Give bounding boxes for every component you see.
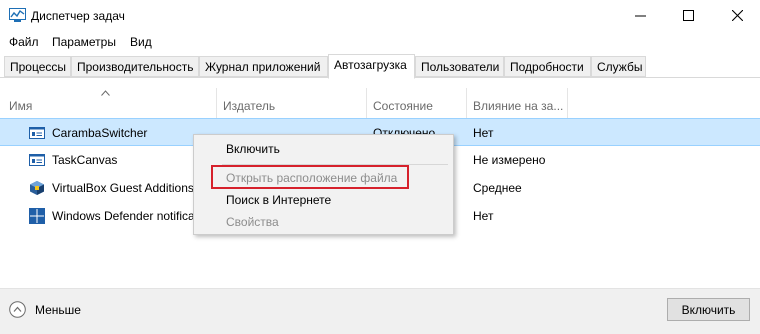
column-divider[interactable] <box>567 88 568 118</box>
column-publisher[interactable]: Издатель <box>223 99 275 113</box>
context-menu: Включить Открыть расположение файла Поис… <box>193 134 454 235</box>
title-bar: Диспетчер задач <box>0 0 760 32</box>
row-name: VirtualBox Guest Additions <box>52 181 193 195</box>
context-menu-properties: Свойства <box>226 215 279 229</box>
column-divider[interactable] <box>216 88 217 118</box>
menu-options[interactable]: Параметры <box>52 35 116 49</box>
row-name: TaskCanvas <box>52 153 118 167</box>
maximize-button[interactable] <box>665 0 711 31</box>
app-window-icon <box>29 154 45 166</box>
minimize-button[interactable] <box>617 0 663 31</box>
menu-view[interactable]: Вид <box>130 35 152 49</box>
tab-processes[interactable]: Процессы <box>4 56 71 77</box>
row-impact: Среднее <box>473 181 522 195</box>
sort-ascending-icon <box>101 90 110 96</box>
annotation-highlight-box <box>211 165 409 189</box>
column-divider[interactable] <box>466 88 467 118</box>
tab-app-history[interactable]: Журнал приложений <box>199 56 328 77</box>
maximize-icon <box>682 10 694 21</box>
row-name: CarambaSwitcher <box>52 126 148 140</box>
context-menu-enable[interactable]: Включить <box>226 142 280 156</box>
close-button[interactable] <box>714 0 760 31</box>
column-header-row: Имя Издатель Состояние Влияние на за... <box>0 86 760 118</box>
column-name[interactable]: Имя <box>9 99 32 113</box>
virtualbox-icon <box>30 181 44 195</box>
menu-file[interactable]: Файл <box>9 35 39 49</box>
tab-details[interactable]: Подробности <box>504 56 591 77</box>
enable-button[interactable]: Включить <box>667 298 750 321</box>
tab-services[interactable]: Службы <box>591 56 646 77</box>
row-impact: Нет <box>473 209 494 223</box>
chevron-up-circle-icon[interactable] <box>9 301 26 318</box>
tab-startup[interactable]: Автозагрузка <box>328 54 415 79</box>
tab-users[interactable]: Пользователи <box>415 56 504 77</box>
column-divider[interactable] <box>366 88 367 118</box>
close-icon <box>731 10 743 21</box>
row-name: Windows Defender notificati <box>52 209 193 223</box>
column-state[interactable]: Состояние <box>373 99 433 113</box>
tab-strip: Процессы Производительность Журнал прило… <box>0 54 760 79</box>
app-window-icon <box>29 127 45 139</box>
tab-performance[interactable]: Производительность <box>71 56 199 77</box>
minimize-icon <box>634 15 646 17</box>
context-menu-search-online[interactable]: Поиск в Интернете <box>226 193 331 207</box>
footer-bar: Меньше Включить <box>0 288 760 334</box>
windows-defender-icon <box>29 208 45 224</box>
task-manager-icon <box>9 8 26 22</box>
window-title: Диспетчер задач <box>31 9 125 23</box>
menu-bar: Файл Параметры Вид <box>0 32 760 52</box>
row-impact: Не измерено <box>473 153 546 167</box>
column-impact[interactable]: Влияние на за... <box>473 99 563 113</box>
row-impact: Нет <box>473 126 494 140</box>
fewer-details-link[interactable]: Меньше <box>35 303 81 317</box>
